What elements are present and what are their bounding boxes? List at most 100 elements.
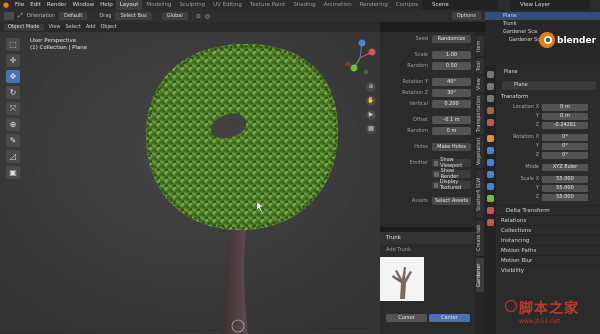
menu-render[interactable]: Render bbox=[44, 2, 70, 8]
lock-icon[interactable]: ◦ bbox=[590, 113, 596, 119]
select-assets-button[interactable]: Select Assets bbox=[432, 197, 471, 205]
physics-props-icon[interactable] bbox=[487, 171, 494, 178]
offset-field[interactable]: -0.1 m bbox=[432, 116, 471, 124]
blender-menu-icon[interactable]: ● bbox=[0, 0, 12, 10]
object-menu[interactable]: Object bbox=[101, 24, 117, 30]
view-layer-selector[interactable]: View Layer bbox=[510, 0, 590, 10]
proportional-icon[interactable]: ◎ bbox=[205, 13, 210, 20]
random-offset-field[interactable]: 0 m bbox=[432, 127, 471, 135]
particles-props-icon[interactable] bbox=[487, 159, 494, 166]
material-props-icon[interactable] bbox=[487, 207, 494, 214]
tab-transportation[interactable]: Transportation bbox=[476, 94, 484, 134]
menu-file[interactable]: File bbox=[12, 2, 27, 8]
lock-icon[interactable]: ◦ bbox=[590, 143, 596, 149]
tab-item[interactable]: Item bbox=[476, 36, 484, 56]
motion-paths-section[interactable]: Motion Paths bbox=[498, 245, 600, 255]
rotation-z-field[interactable]: 30° bbox=[432, 89, 471, 97]
menu-help[interactable]: Help bbox=[97, 2, 116, 8]
menu-edit[interactable]: Edit bbox=[27, 2, 44, 8]
move-tool-icon[interactable]: ✥ bbox=[6, 70, 20, 83]
lock-icon[interactable]: ◦ bbox=[590, 152, 596, 158]
cursor-tool-icon[interactable]: ✛ bbox=[6, 54, 20, 67]
lock-icon[interactable]: ◦ bbox=[590, 122, 596, 128]
object-name-field[interactable]: Plane bbox=[502, 81, 596, 90]
scale-field[interactable]: 1.00 bbox=[432, 51, 471, 59]
measure-tool-icon[interactable]: ◿ bbox=[6, 150, 20, 163]
camera-view-icon[interactable]: ▶ bbox=[366, 110, 376, 120]
relations-section[interactable]: Relations bbox=[498, 215, 600, 225]
grid-view-icon[interactable]: ▦ bbox=[366, 124, 376, 134]
scale-y-field[interactable]: 55.000 bbox=[542, 184, 588, 192]
rotate-tool-icon[interactable]: ↻ bbox=[6, 86, 20, 99]
scale-x-field[interactable]: 55.000 bbox=[542, 175, 588, 183]
rotation-y-field[interactable]: 40° bbox=[432, 78, 471, 86]
location-y-field[interactable]: 0 m bbox=[542, 112, 588, 120]
tab-uv-editing[interactable]: UV Editing bbox=[209, 0, 246, 10]
navigation-gizmo-icon[interactable] bbox=[340, 38, 380, 78]
pan-hand-icon[interactable]: ✋ bbox=[366, 96, 376, 106]
tab-tool[interactable]: Tool bbox=[476, 58, 484, 74]
tab-animation[interactable]: Animation bbox=[320, 0, 356, 10]
motion-blur-section[interactable]: Motion Blur bbox=[498, 255, 600, 265]
scale-tool-icon[interactable]: ⤧ bbox=[6, 102, 20, 115]
scale-z-field[interactable]: 55.000 bbox=[542, 193, 588, 201]
tab-layout[interactable]: Layout bbox=[115, 0, 143, 10]
options-dropdown[interactable]: Options bbox=[451, 12, 481, 20]
3d-viewport[interactable] bbox=[0, 32, 380, 334]
tab-shading[interactable]: Shading bbox=[289, 0, 319, 10]
lock-icon[interactable]: ◦ bbox=[590, 194, 596, 200]
select-menu[interactable]: Select bbox=[65, 24, 80, 30]
randomize-button[interactable]: Randomize bbox=[432, 35, 471, 43]
tab-compositing[interactable]: Compos bbox=[392, 0, 422, 10]
modifier-props-icon[interactable] bbox=[487, 147, 494, 154]
scene-selector[interactable]: Scene bbox=[422, 0, 498, 10]
menu-window[interactable]: Window bbox=[69, 2, 97, 8]
output-props-icon[interactable] bbox=[487, 95, 494, 102]
data-props-icon[interactable] bbox=[487, 195, 494, 202]
render-props-icon[interactable] bbox=[487, 83, 494, 90]
texture-props-icon[interactable] bbox=[487, 219, 494, 226]
outliner-item-trunk[interactable]: Trunk bbox=[485, 20, 600, 28]
add-cube-tool-icon[interactable]: ▣ bbox=[6, 166, 20, 179]
object-props-icon[interactable] bbox=[487, 135, 494, 142]
orientation-dropdown[interactable]: Default bbox=[59, 12, 88, 20]
world-props-icon[interactable] bbox=[487, 119, 494, 126]
show-render-toggle[interactable]: Show Render bbox=[432, 168, 471, 180]
lock-icon[interactable]: ◦ bbox=[590, 104, 596, 110]
checkbox[interactable] bbox=[434, 182, 438, 188]
checkbox[interactable] bbox=[434, 171, 439, 177]
rotation-y-field[interactable]: 0° bbox=[542, 142, 588, 150]
tab-sculpting[interactable]: Sculpting bbox=[175, 0, 209, 10]
show-viewport-toggle[interactable]: Show Viewport bbox=[432, 157, 471, 169]
display-textured-toggle[interactable]: Display Textured bbox=[432, 179, 471, 191]
visibility-section[interactable]: Visibility bbox=[498, 265, 600, 275]
transform-orientation-dropdown[interactable]: Global bbox=[161, 12, 188, 20]
add-menu[interactable]: Add bbox=[86, 24, 96, 30]
rotation-mode-dropdown[interactable]: XYZ Euler bbox=[542, 163, 588, 171]
view-menu[interactable]: View bbox=[49, 24, 61, 30]
snap-icon[interactable]: ⊙ bbox=[196, 13, 201, 20]
delta-transform-section[interactable]: Delta Transform bbox=[498, 205, 600, 215]
trunk-preview-image[interactable] bbox=[380, 257, 424, 301]
center-button[interactable]: Center bbox=[429, 314, 470, 322]
trunk-panel-title[interactable]: Trunk bbox=[380, 232, 475, 244]
zoom-icon[interactable]: ⊕ bbox=[366, 82, 376, 92]
constraint-props-icon[interactable] bbox=[487, 183, 494, 190]
outliner-item-plane[interactable]: Plane bbox=[485, 12, 600, 20]
tab-texture-paint[interactable]: Texture Paint bbox=[246, 0, 290, 10]
rotation-x-field[interactable]: 0° bbox=[542, 133, 588, 141]
tab-create[interactable]: Create tab bbox=[476, 220, 484, 256]
annotate-tool-icon[interactable]: ✎ bbox=[6, 134, 20, 147]
tab-vegetation[interactable]: Vegetation bbox=[476, 136, 484, 168]
tab-rendering[interactable]: Rendering bbox=[356, 0, 392, 10]
scene-props-icon[interactable] bbox=[487, 107, 494, 114]
lock-icon[interactable]: ◦ bbox=[590, 176, 596, 182]
cursor-button[interactable]: Cursor bbox=[386, 314, 427, 322]
drag-dropdown[interactable]: Select Box bbox=[115, 12, 152, 20]
select-mode-icon[interactable] bbox=[4, 12, 14, 20]
instancing-section[interactable]: Instancing bbox=[498, 235, 600, 245]
vertical-field[interactable]: 0.200 bbox=[432, 100, 471, 108]
transform-section-header[interactable]: Transform bbox=[498, 93, 600, 102]
tab-scatter[interactable]: Scatter4 SLW bbox=[476, 170, 484, 218]
tab-gardener[interactable]: Gardener bbox=[476, 258, 484, 292]
